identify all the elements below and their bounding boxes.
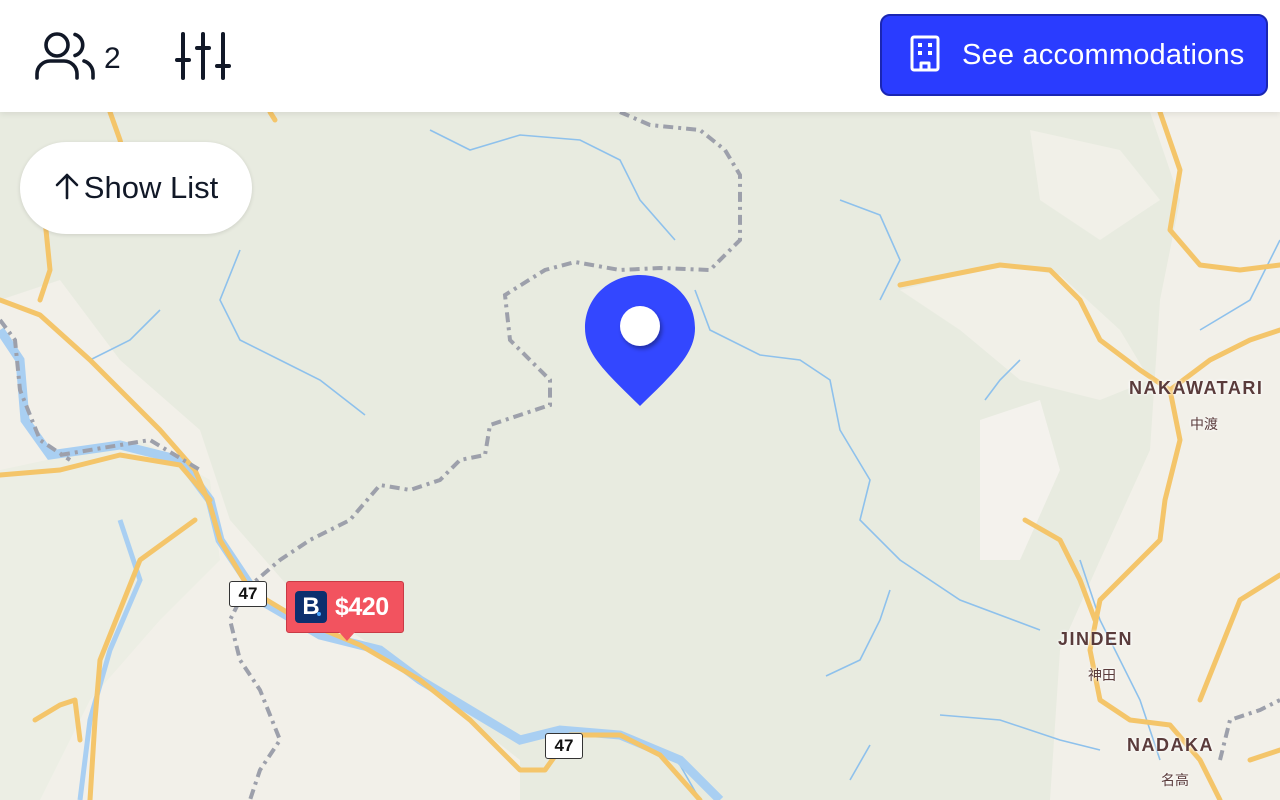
- road-shield: 47: [229, 581, 267, 607]
- place-label: NAKAWATARI: [1129, 378, 1264, 398]
- building-icon: [908, 34, 942, 77]
- listing-price-marker[interactable]: B $420: [286, 581, 404, 641]
- place-label: JINDEN: [1058, 629, 1134, 649]
- selected-location-pin[interactable]: [584, 273, 696, 414]
- show-list-button[interactable]: Show List: [20, 142, 252, 234]
- place-label: NADAKA: [1127, 735, 1214, 755]
- listing-price: $420: [335, 592, 389, 621]
- place-label-local: 神田: [1088, 667, 1116, 683]
- top-bar: 2 See accommodations: [0, 0, 1280, 112]
- place-label-local: 中渡: [1190, 416, 1218, 432]
- road-shield: 47: [545, 733, 583, 759]
- guests-count: 2: [104, 41, 121, 75]
- see-accommodations-button[interactable]: See accommodations: [880, 14, 1268, 96]
- place-label-local: 名高: [1161, 772, 1189, 788]
- sliders-icon: [174, 32, 234, 86]
- see-accommodations-label: See accommodations: [962, 38, 1245, 71]
- booking-logo: B: [295, 591, 327, 623]
- arrow-up-icon: [54, 171, 80, 206]
- show-list-label: Show List: [83, 170, 219, 205]
- users-icon: [34, 30, 96, 87]
- filters-button[interactable]: [174, 30, 234, 87]
- guests-selector[interactable]: 2: [34, 30, 121, 87]
